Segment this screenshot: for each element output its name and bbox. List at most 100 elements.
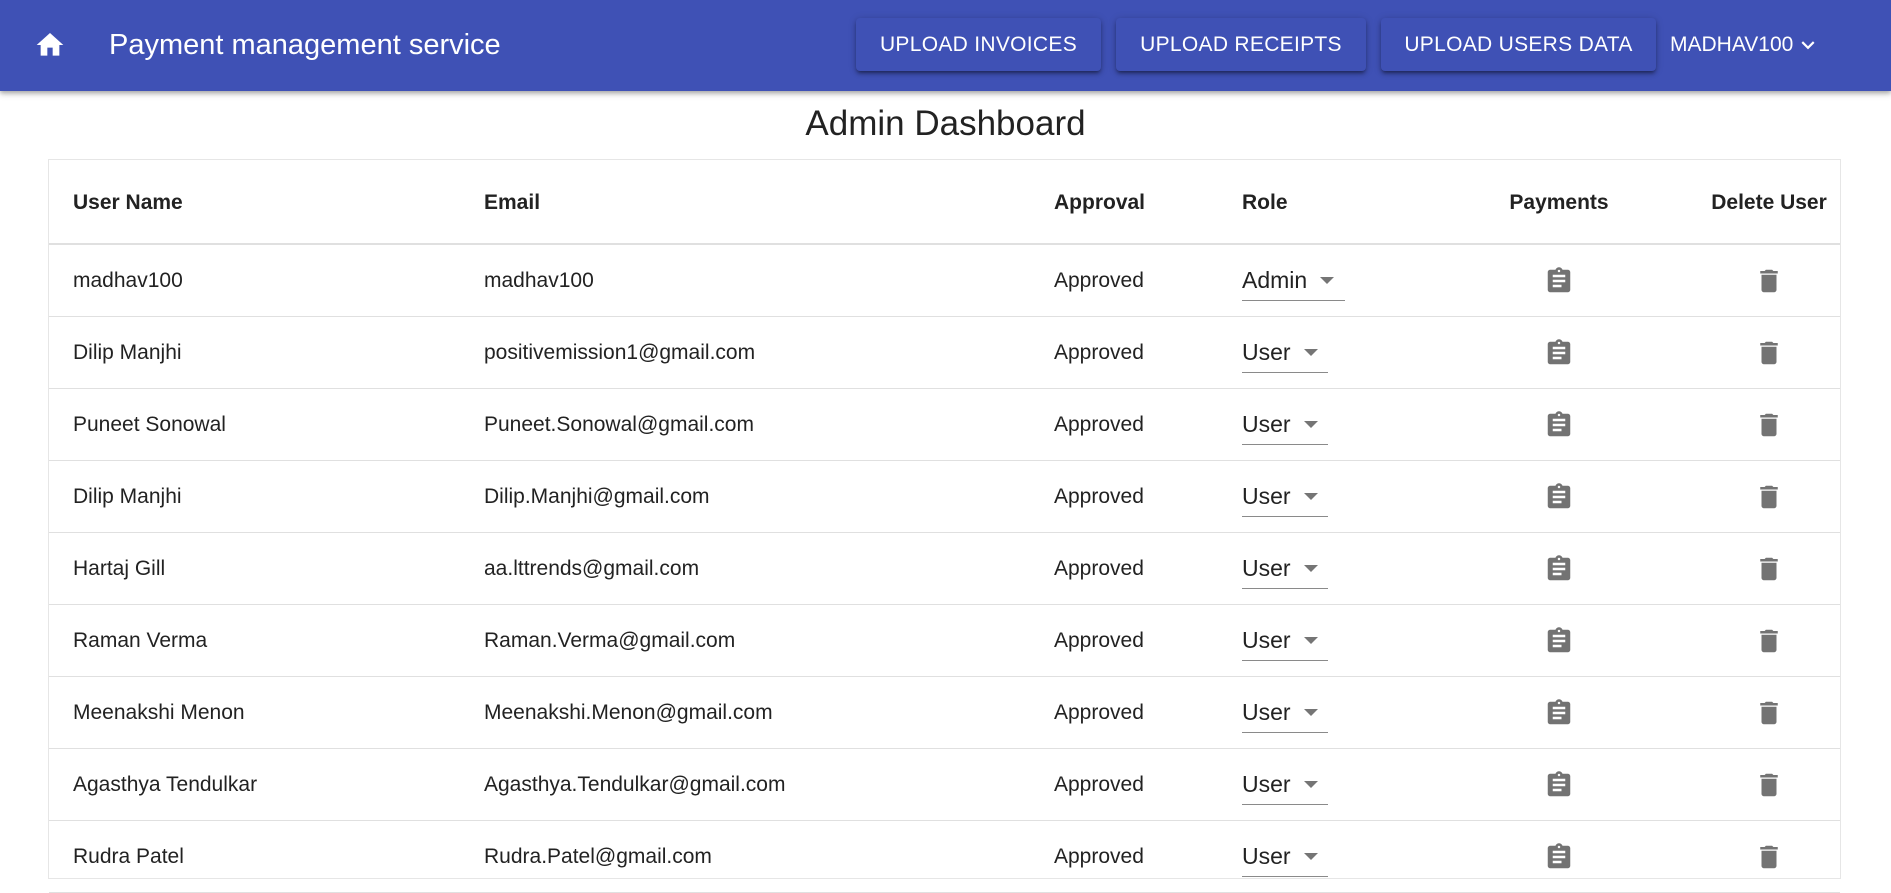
dropdown-arrow-icon (1303, 493, 1318, 500)
dropdown-arrow-icon (1303, 781, 1318, 788)
role-value: Admin (1242, 267, 1308, 293)
table-row: madhav100 madhav100 Approved Admin (49, 245, 1840, 317)
email-cell: madhav100 (484, 269, 594, 292)
trash-icon (1760, 845, 1778, 869)
upload-receipts-button[interactable]: UPLOAD RECEIPTS (1116, 18, 1366, 71)
email-cell: Agasthya.Tendulkar@gmail.com (484, 773, 786, 796)
approval-cell: Approved (1054, 341, 1144, 364)
role-value: User (1242, 627, 1291, 653)
column-header-role: Role (1242, 190, 1288, 214)
payments-button[interactable] (1535, 761, 1583, 809)
column-header-email: Email (484, 190, 541, 214)
role-value: User (1242, 339, 1291, 365)
table-row: Agasthya Tendulkar Agasthya.Tendulkar@gma… (49, 749, 1840, 821)
clipboard-icon (1547, 555, 1571, 581)
clipboard-icon (1547, 267, 1571, 293)
upload-invoices-button[interactable]: UPLOAD INVOICES (856, 18, 1101, 71)
user-name-cell: Hartaj Gill (73, 557, 166, 580)
chevron-down-icon (1801, 40, 1815, 49)
payments-button[interactable] (1535, 401, 1583, 449)
home-button[interactable] (24, 22, 76, 68)
table-row: Dilip Manjhi Dilip.Manjhi@gmail.com Approv… (49, 461, 1840, 533)
approval-cell: Approved (1054, 557, 1144, 580)
dropdown-arrow-icon (1320, 277, 1335, 284)
role-select[interactable]: User (1242, 693, 1328, 733)
approval-cell: Approved (1054, 413, 1144, 436)
role-select[interactable]: User (1242, 837, 1328, 877)
table-row: Raman Verma Raman.Verma@gmail.com Approved… (49, 605, 1840, 677)
user-name-cell: madhav100 (73, 269, 183, 292)
table-row: Hartaj Gill aa.lttrends@gmail.com Approved… (49, 533, 1840, 605)
role-select[interactable]: User (1242, 333, 1328, 373)
clipboard-icon (1547, 771, 1571, 797)
table-row: Rudra Patel Rudra.Patel@gmail.com Approved… (49, 821, 1840, 893)
payments-button[interactable] (1535, 617, 1583, 665)
role-value: User (1242, 555, 1291, 581)
role-value: User (1242, 843, 1291, 869)
page-title: Admin Dashboard (805, 104, 1086, 143)
email-cell: positivemission1@gmail.com (484, 341, 756, 364)
delete-user-button[interactable] (1745, 833, 1793, 881)
role-select[interactable]: User (1242, 765, 1328, 805)
approval-cell: Approved (1054, 701, 1144, 724)
user-name-cell: Rudra Patel (73, 845, 184, 868)
dropdown-arrow-icon (1303, 349, 1318, 356)
delete-user-button[interactable] (1745, 689, 1793, 737)
user-menu-label: MADHAV100 (1670, 32, 1794, 56)
role-select[interactable]: User (1242, 477, 1328, 517)
trash-icon (1760, 341, 1778, 365)
role-value: User (1242, 699, 1291, 725)
user-name-cell: Puneet Sonowal (73, 413, 226, 436)
column-header-user-name: User Name (73, 190, 183, 214)
approval-cell: Approved (1054, 773, 1144, 796)
payments-button[interactable] (1535, 257, 1583, 305)
dropdown-arrow-icon (1303, 637, 1318, 644)
clipboard-icon (1547, 339, 1571, 365)
trash-icon (1760, 413, 1778, 437)
payments-button[interactable] (1535, 689, 1583, 737)
email-cell: Raman.Verma@gmail.com (484, 629, 736, 652)
email-cell: aa.lttrends@gmail.com (484, 557, 700, 580)
role-select[interactable]: Admin (1242, 261, 1345, 301)
user-name-cell: Dilip Manjhi (73, 485, 182, 508)
column-header-delete-user: Delete User (1711, 190, 1827, 214)
upload-users-data-button[interactable]: UPLOAD USERS DATA (1381, 18, 1656, 71)
email-cell: Rudra.Patel@gmail.com (484, 845, 712, 868)
clipboard-icon (1547, 843, 1571, 869)
approval-cell: Approved (1054, 269, 1144, 292)
payments-button[interactable] (1535, 833, 1583, 881)
app-bar: Payment management service UPLOAD INVOIC… (0, 0, 1891, 91)
payments-button[interactable] (1535, 329, 1583, 377)
delete-user-button[interactable] (1745, 473, 1793, 521)
users-table: User Name Email Approval Role Payments D… (48, 159, 1841, 893)
dropdown-arrow-icon (1303, 565, 1318, 572)
trash-icon (1760, 701, 1778, 725)
dropdown-arrow-icon (1303, 853, 1318, 860)
clipboard-icon (1547, 627, 1571, 653)
table-row: Puneet Sonowal Puneet.Sonowal@gmail.com Ap… (49, 389, 1840, 461)
approval-cell: Approved (1054, 485, 1144, 508)
role-select[interactable]: User (1242, 405, 1328, 445)
table-header: User Name Email Approval Role Payments D… (49, 160, 1840, 245)
role-select[interactable]: User (1242, 549, 1328, 589)
delete-user-button[interactable] (1745, 761, 1793, 809)
user-menu-button[interactable]: MADHAV100 (1670, 18, 1850, 71)
user-name-cell: Meenakshi Menon (73, 701, 245, 724)
email-cell: Dilip.Manjhi@gmail.com (484, 485, 710, 508)
user-name-cell: Raman Verma (73, 629, 208, 652)
delete-user-button[interactable] (1745, 545, 1793, 593)
delete-user-button[interactable] (1745, 401, 1793, 449)
payments-button[interactable] (1535, 473, 1583, 521)
email-cell: Meenakshi.Menon@gmail.com (484, 701, 773, 724)
role-select[interactable]: User (1242, 621, 1328, 661)
clipboard-icon (1547, 483, 1571, 509)
approval-cell: Approved (1054, 845, 1144, 868)
delete-user-button[interactable] (1745, 617, 1793, 665)
dropdown-arrow-icon (1303, 709, 1318, 716)
payments-button[interactable] (1535, 545, 1583, 593)
delete-user-button[interactable] (1745, 329, 1793, 377)
delete-user-button[interactable] (1745, 257, 1793, 305)
table-row: Meenakshi Menon Meenakshi.Menon@gmail.com… (49, 677, 1840, 749)
column-header-approval: Approval (1054, 190, 1146, 214)
role-value: User (1242, 483, 1291, 509)
